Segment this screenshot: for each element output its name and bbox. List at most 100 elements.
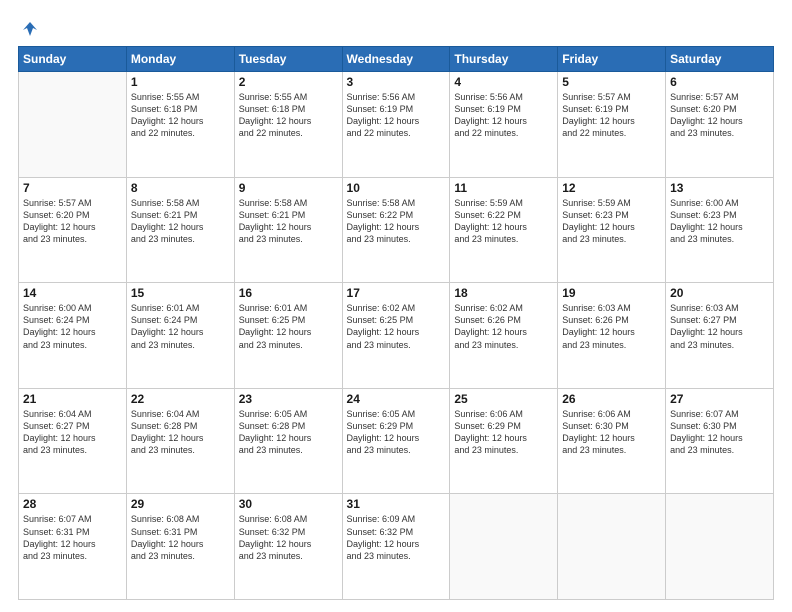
day-info: Sunrise: 6:01 AM Sunset: 6:24 PM Dayligh… [131, 302, 230, 351]
day-number: 21 [23, 392, 122, 406]
day-number: 7 [23, 181, 122, 195]
calendar-cell: 10 Sunrise: 5:58 AM Sunset: 6:22 PM Dayli… [342, 177, 450, 283]
col-header-friday: Friday [558, 47, 666, 72]
header [18, 18, 774, 36]
calendar-cell: 22 Sunrise: 6:04 AM Sunset: 6:28 PM Dayli… [126, 388, 234, 494]
calendar-cell: 13 Sunrise: 6:00 AM Sunset: 6:23 PM Dayli… [666, 177, 774, 283]
day-number: 17 [347, 286, 446, 300]
day-info: Sunrise: 6:06 AM Sunset: 6:30 PM Dayligh… [562, 408, 661, 457]
day-number: 27 [670, 392, 769, 406]
day-info: Sunrise: 5:56 AM Sunset: 6:19 PM Dayligh… [347, 91, 446, 140]
calendar-cell: 2 Sunrise: 5:55 AM Sunset: 6:18 PM Daylig… [234, 72, 342, 178]
day-info: Sunrise: 5:57 AM Sunset: 6:20 PM Dayligh… [23, 197, 122, 246]
calendar-cell: 23 Sunrise: 6:05 AM Sunset: 6:28 PM Dayli… [234, 388, 342, 494]
week-row-4: 21 Sunrise: 6:04 AM Sunset: 6:27 PM Dayli… [19, 388, 774, 494]
day-number: 6 [670, 75, 769, 89]
calendar-cell: 11 Sunrise: 5:59 AM Sunset: 6:22 PM Dayli… [450, 177, 558, 283]
logo [18, 18, 42, 36]
calendar-cell: 27Sunrise: 6:07 AM Sunset: 6:30 PM Dayli… [666, 388, 774, 494]
page: SundayMondayTuesdayWednesdayThursdayFrid… [0, 0, 792, 612]
day-info: Sunrise: 6:02 AM Sunset: 6:25 PM Dayligh… [347, 302, 446, 351]
calendar-cell: 24Sunrise: 6:05 AM Sunset: 6:29 PM Dayli… [342, 388, 450, 494]
calendar-cell [19, 72, 127, 178]
day-number: 9 [239, 181, 338, 195]
day-number: 1 [131, 75, 230, 89]
day-info: Sunrise: 6:05 AM Sunset: 6:28 PM Dayligh… [239, 408, 338, 457]
day-number: 25 [454, 392, 553, 406]
day-number: 11 [454, 181, 553, 195]
calendar-cell: 9 Sunrise: 5:58 AM Sunset: 6:21 PM Daylig… [234, 177, 342, 283]
day-info: Sunrise: 6:04 AM Sunset: 6:28 PM Dayligh… [131, 408, 230, 457]
calendar-cell: 18Sunrise: 6:02 AM Sunset: 6:26 PM Dayli… [450, 283, 558, 389]
col-header-monday: Monday [126, 47, 234, 72]
week-row-2: 7 Sunrise: 5:57 AM Sunset: 6:20 PM Daylig… [19, 177, 774, 283]
calendar-cell: 1 Sunrise: 5:55 AM Sunset: 6:18 PM Daylig… [126, 72, 234, 178]
calendar-cell: 25Sunrise: 6:06 AM Sunset: 6:29 PM Dayli… [450, 388, 558, 494]
calendar-cell: 17 Sunrise: 6:02 AM Sunset: 6:25 PM Dayli… [342, 283, 450, 389]
day-number: 4 [454, 75, 553, 89]
day-info: Sunrise: 6:03 AM Sunset: 6:27 PM Dayligh… [670, 302, 769, 351]
day-info: Sunrise: 5:59 AM Sunset: 6:23 PM Dayligh… [562, 197, 661, 246]
day-number: 29 [131, 497, 230, 511]
calendar-cell: 29Sunrise: 6:08 AM Sunset: 6:31 PM Dayli… [126, 494, 234, 600]
calendar-cell: 31 Sunrise: 6:09 AM Sunset: 6:32 PM Dayli… [342, 494, 450, 600]
day-info: Sunrise: 6:02 AM Sunset: 6:26 PM Dayligh… [454, 302, 553, 351]
day-number: 12 [562, 181, 661, 195]
calendar-cell: 16 Sunrise: 6:01 AM Sunset: 6:25 PM Dayli… [234, 283, 342, 389]
day-number: 30 [239, 497, 338, 511]
day-number: 8 [131, 181, 230, 195]
week-row-1: 1 Sunrise: 5:55 AM Sunset: 6:18 PM Daylig… [19, 72, 774, 178]
col-header-wednesday: Wednesday [342, 47, 450, 72]
week-row-5: 28 Sunrise: 6:07 AM Sunset: 6:31 PM Dayli… [19, 494, 774, 600]
day-info: Sunrise: 5:58 AM Sunset: 6:21 PM Dayligh… [239, 197, 338, 246]
day-info: Sunrise: 5:59 AM Sunset: 6:22 PM Dayligh… [454, 197, 553, 246]
col-header-thursday: Thursday [450, 47, 558, 72]
day-number: 15 [131, 286, 230, 300]
calendar-cell: 15 Sunrise: 6:01 AM Sunset: 6:24 PM Dayli… [126, 283, 234, 389]
day-number: 28 [23, 497, 122, 511]
day-info: Sunrise: 5:56 AM Sunset: 6:19 PM Dayligh… [454, 91, 553, 140]
calendar-cell: 5 Sunrise: 5:57 AM Sunset: 6:19 PM Daylig… [558, 72, 666, 178]
day-info: Sunrise: 5:55 AM Sunset: 6:18 PM Dayligh… [131, 91, 230, 140]
day-number: 13 [670, 181, 769, 195]
calendar-cell: 3 Sunrise: 5:56 AM Sunset: 6:19 PM Daylig… [342, 72, 450, 178]
day-info: Sunrise: 5:58 AM Sunset: 6:21 PM Dayligh… [131, 197, 230, 246]
calendar-cell [450, 494, 558, 600]
day-info: Sunrise: 5:58 AM Sunset: 6:22 PM Dayligh… [347, 197, 446, 246]
day-info: Sunrise: 6:08 AM Sunset: 6:32 PM Dayligh… [239, 513, 338, 562]
col-header-sunday: Sunday [19, 47, 127, 72]
day-info: Sunrise: 6:07 AM Sunset: 6:31 PM Dayligh… [23, 513, 122, 562]
day-number: 23 [239, 392, 338, 406]
day-number: 16 [239, 286, 338, 300]
calendar-cell [666, 494, 774, 600]
day-info: Sunrise: 5:57 AM Sunset: 6:20 PM Dayligh… [670, 91, 769, 140]
day-number: 2 [239, 75, 338, 89]
day-number: 19 [562, 286, 661, 300]
week-row-3: 14Sunrise: 6:00 AM Sunset: 6:24 PM Dayli… [19, 283, 774, 389]
day-info: Sunrise: 6:04 AM Sunset: 6:27 PM Dayligh… [23, 408, 122, 457]
calendar-cell: 30 Sunrise: 6:08 AM Sunset: 6:32 PM Dayli… [234, 494, 342, 600]
day-info: Sunrise: 6:00 AM Sunset: 6:23 PM Dayligh… [670, 197, 769, 246]
day-number: 10 [347, 181, 446, 195]
calendar-header-row: SundayMondayTuesdayWednesdayThursdayFrid… [19, 47, 774, 72]
calendar-cell: 7 Sunrise: 5:57 AM Sunset: 6:20 PM Daylig… [19, 177, 127, 283]
day-number: 22 [131, 392, 230, 406]
day-number: 3 [347, 75, 446, 89]
day-info: Sunrise: 6:01 AM Sunset: 6:25 PM Dayligh… [239, 302, 338, 351]
day-number: 20 [670, 286, 769, 300]
day-info: Sunrise: 5:57 AM Sunset: 6:19 PM Dayligh… [562, 91, 661, 140]
calendar-cell: 26 Sunrise: 6:06 AM Sunset: 6:30 PM Dayli… [558, 388, 666, 494]
col-header-saturday: Saturday [666, 47, 774, 72]
col-header-tuesday: Tuesday [234, 47, 342, 72]
calendar-cell: 8 Sunrise: 5:58 AM Sunset: 6:21 PM Daylig… [126, 177, 234, 283]
day-info: Sunrise: 6:09 AM Sunset: 6:32 PM Dayligh… [347, 513, 446, 562]
day-number: 31 [347, 497, 446, 511]
day-number: 26 [562, 392, 661, 406]
calendar-cell: 19 Sunrise: 6:03 AM Sunset: 6:26 PM Dayli… [558, 283, 666, 389]
day-info: Sunrise: 6:03 AM Sunset: 6:26 PM Dayligh… [562, 302, 661, 351]
calendar-cell: 20 Sunrise: 6:03 AM Sunset: 6:27 PM Dayli… [666, 283, 774, 389]
calendar-cell: 14Sunrise: 6:00 AM Sunset: 6:24 PM Dayli… [19, 283, 127, 389]
day-info: Sunrise: 6:05 AM Sunset: 6:29 PM Dayligh… [347, 408, 446, 457]
day-number: 5 [562, 75, 661, 89]
day-info: Sunrise: 5:55 AM Sunset: 6:18 PM Dayligh… [239, 91, 338, 140]
